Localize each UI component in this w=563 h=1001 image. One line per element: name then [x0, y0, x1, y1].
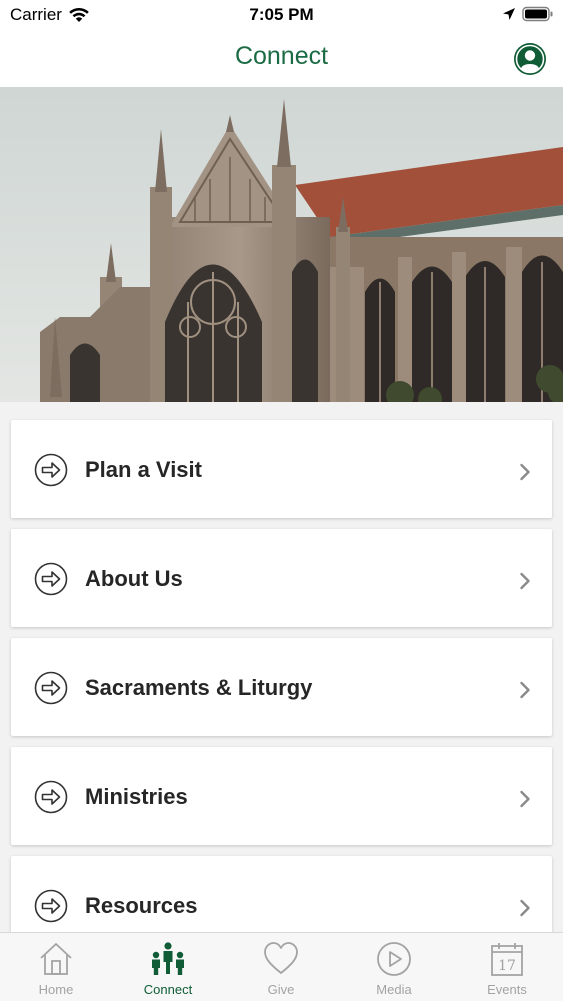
hero-cathedral-image — [0, 87, 563, 402]
menu-item-ministries[interactable]: Ministries — [11, 747, 552, 845]
tab-label: Events — [487, 982, 527, 997]
tab-bar: Home Connect Give Media 17 Events — [0, 932, 563, 1001]
status-time: 7:05 PM — [249, 5, 314, 24]
menu-item-plan-a-visit[interactable]: Plan a Visit — [11, 420, 552, 518]
tab-give[interactable]: Give — [225, 933, 337, 1001]
navigation-bar: Connect — [0, 30, 563, 87]
battery-icon — [522, 6, 553, 22]
arrow-circle-right-icon — [34, 671, 68, 705]
chevron-right-icon — [520, 681, 530, 699]
profile-button[interactable] — [514, 43, 546, 75]
home-icon — [40, 943, 72, 975]
status-bar: Carrier 7:05 PM — [0, 0, 563, 30]
heart-icon — [264, 942, 298, 974]
user-icon — [515, 44, 545, 74]
people-icon — [152, 942, 184, 975]
menu-item-label: Plan a Visit — [85, 457, 202, 482]
menu-item-sacraments-liturgy[interactable]: Sacraments & Liturgy — [11, 638, 552, 736]
calendar-icon: 17 — [491, 943, 523, 976]
tab-home[interactable]: Home — [0, 933, 112, 1001]
page-title: Connect — [234, 42, 329, 70]
menu-item-label: Resources — [85, 893, 198, 918]
menu-item-about-us[interactable]: About Us — [11, 529, 552, 627]
tab-label: Media — [376, 982, 412, 997]
location-arrow-icon — [503, 8, 515, 20]
tab-label: Home — [38, 982, 74, 997]
chevron-right-icon — [520, 463, 530, 481]
chevron-right-icon — [520, 572, 530, 590]
tab-events[interactable]: 17 Events — [451, 933, 563, 1001]
chevron-right-icon — [520, 790, 530, 808]
tab-media[interactable]: Media — [338, 933, 450, 1001]
tab-connect[interactable]: Connect — [112, 933, 224, 1001]
menu-item-label: Ministries — [85, 784, 188, 809]
menu-item-label: Sacraments & Liturgy — [85, 675, 313, 700]
tab-label: Give — [267, 982, 295, 997]
tab-label: Connect — [143, 982, 193, 997]
calendar-day-number: 17 — [498, 958, 516, 974]
arrow-circle-right-icon — [34, 453, 68, 487]
chevron-right-icon — [520, 899, 530, 917]
arrow-circle-right-icon — [34, 889, 68, 923]
play-icon — [377, 942, 411, 976]
arrow-circle-right-icon — [34, 780, 68, 814]
menu-item-label: About Us — [85, 566, 183, 591]
arrow-circle-right-icon — [34, 562, 68, 596]
